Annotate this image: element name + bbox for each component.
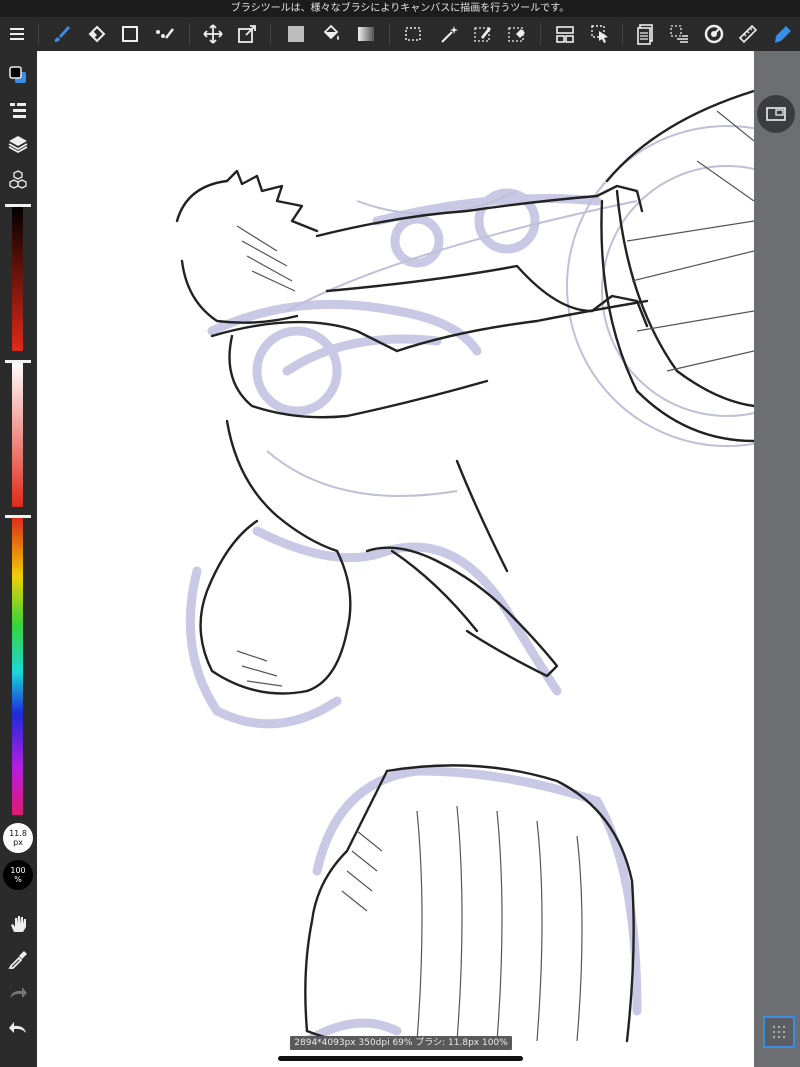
magic-wand-icon[interactable]	[435, 20, 463, 48]
opacity-label: 100 %	[10, 866, 26, 884]
undo-icon[interactable]	[4, 1013, 32, 1041]
home-indicator	[278, 1056, 523, 1061]
layers-icon[interactable]	[4, 130, 32, 158]
transform-icon[interactable]	[233, 20, 261, 48]
redo-icon[interactable]	[4, 979, 32, 1007]
opacity-button[interactable]: 100 %	[3, 860, 33, 890]
drawing-canvas[interactable]	[37, 51, 754, 1067]
eyedropper-icon[interactable]	[4, 945, 32, 973]
grid-toggle-icon[interactable]	[763, 1016, 795, 1048]
move-icon[interactable]	[199, 20, 227, 48]
hue-slider-handle[interactable]	[5, 515, 31, 518]
rectangle-icon[interactable]	[116, 20, 144, 48]
eraser-icon[interactable]	[82, 20, 110, 48]
hue-slider[interactable]	[12, 517, 23, 815]
navigator-toggle-icon[interactable]	[757, 95, 795, 133]
pen-active-icon[interactable]	[769, 20, 797, 48]
brush-size-button[interactable]: 11.8 px	[3, 823, 33, 853]
fill-color-icon[interactable]	[282, 20, 310, 48]
hand-icon[interactable]	[4, 910, 32, 938]
brightness-slider[interactable]	[12, 205, 23, 351]
tooltip-bar: ブラシツールは、様々なブラシによりキャンバスに描画を行うツールです。	[0, 0, 800, 17]
select-eraser-icon[interactable]	[503, 20, 531, 48]
select-move-icon[interactable]	[586, 20, 614, 48]
menu-icon[interactable]	[3, 20, 31, 48]
snap-icon[interactable]	[700, 20, 728, 48]
color-swatch-icon[interactable]	[4, 61, 32, 89]
select-pen-icon[interactable]	[469, 20, 497, 48]
saturation-slider-handle[interactable]	[5, 360, 31, 363]
materials-icon[interactable]	[4, 166, 32, 194]
gradient-icon[interactable]	[352, 20, 380, 48]
right-panel	[754, 51, 800, 1067]
bucket-icon[interactable]	[317, 20, 345, 48]
status-bar: 2894*4093px 350dpi 69% ブラシ: 11.8px 100%	[290, 1036, 512, 1050]
layer-layout-icon[interactable]	[551, 20, 579, 48]
ruler-icon[interactable]	[734, 20, 762, 48]
brush-icon[interactable]	[48, 20, 76, 48]
select-rect-icon[interactable]	[399, 20, 427, 48]
saturation-slider[interactable]	[12, 361, 23, 507]
selection-layer-icon[interactable]	[665, 20, 693, 48]
left-sidebar: 11.8 px 100 %	[0, 51, 37, 1067]
layers-panel-icon[interactable]	[631, 20, 659, 48]
layer-list-icon[interactable]	[4, 96, 32, 124]
sketch-artwork	[175, 89, 754, 1049]
top-toolbar	[0, 17, 800, 51]
dot-brush-icon[interactable]	[151, 20, 179, 48]
brush-size-label: 11.8 px	[9, 829, 27, 847]
brightness-slider-handle[interactable]	[5, 204, 31, 207]
